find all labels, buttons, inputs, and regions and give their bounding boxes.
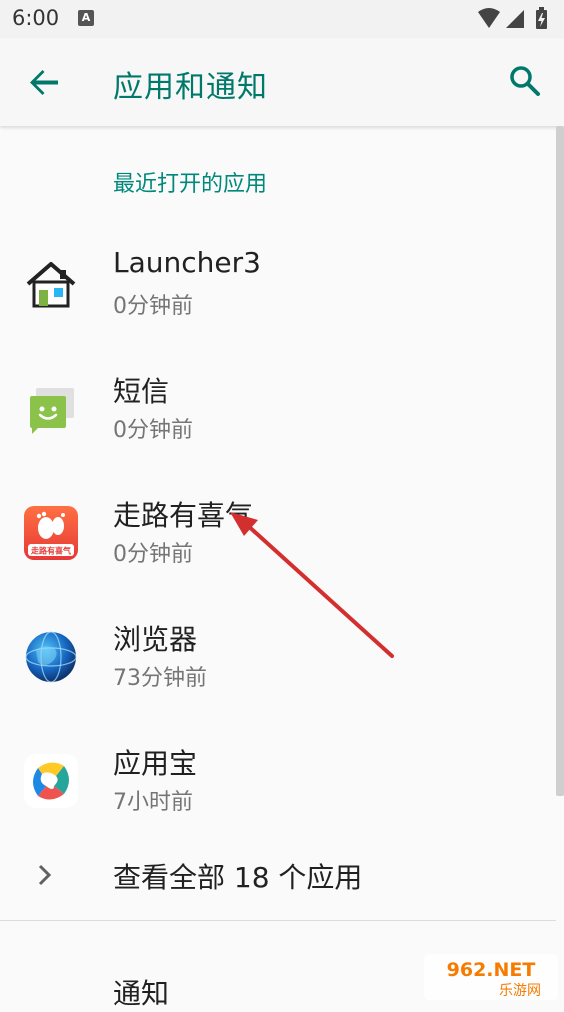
wifi-icon [478, 8, 500, 28]
walking-app-icon: 走路有喜气 [24, 506, 78, 560]
app-last-used: 0分钟前 [113, 294, 193, 319]
app-item-launcher3[interactable]: Launcher3 0分钟前 [0, 232, 556, 356]
search-button[interactable] [504, 60, 546, 102]
see-all-apps[interactable]: 查看全部 18 个应用 [0, 838, 556, 914]
app-name: 浏览器 [113, 623, 198, 656]
app-name: Launcher3 [113, 246, 261, 279]
app-bar: 应用和通知 [0, 38, 564, 126]
app-last-used: 0分钟前 [113, 542, 193, 567]
app-item-browser[interactable]: 浏览器 73分钟前 [0, 604, 556, 728]
app-item-messaging[interactable]: 短信 0分钟前 [0, 356, 556, 480]
divider [0, 920, 556, 921]
notification-a-icon: A [78, 10, 94, 26]
battery-icon [536, 7, 547, 29]
status-time: 6:00 [12, 6, 60, 30]
arrow-back-icon [30, 70, 58, 95]
page-title: 应用和通知 [113, 70, 268, 105]
launcher-house-icon [26, 262, 76, 308]
status-indicators [478, 7, 547, 29]
app-last-used: 0分钟前 [113, 418, 193, 443]
search-icon [510, 66, 540, 96]
app-name: 应用宝 [113, 747, 198, 780]
app-name: 短信 [113, 375, 170, 408]
app-item-walking-app[interactable]: 走路有喜气 走路有喜气 0分钟前 [0, 480, 556, 604]
back-button[interactable] [24, 62, 64, 102]
appstore-icon [24, 754, 78, 808]
status-bar: 6:00 A [0, 0, 564, 38]
watermark-subtitle: 乐游网 [499, 983, 541, 999]
site-watermark: 962.NET 乐游网 [424, 954, 558, 1000]
see-all-apps-label: 查看全部 18 个应用 [113, 861, 363, 894]
app-item-appstore[interactable]: 应用宝 7小时前 [0, 728, 556, 852]
notifications-item[interactable]: 通知 [113, 972, 169, 1012]
chevron-right-icon [38, 864, 52, 886]
watermark-brand: 962.NET [447, 959, 536, 981]
app-last-used: 7小时前 [113, 790, 193, 815]
browser-globe-icon [25, 631, 77, 683]
recent-apps-header: 最近打开的应用 [113, 172, 268, 197]
watermark-logo: 962.NET 乐游网 [424, 954, 558, 1000]
walking-app-icon-label: 走路有喜气 [30, 546, 71, 556]
app-name: 走路有喜气 [113, 499, 254, 532]
signal-icon [506, 10, 524, 28]
scrollbar[interactable] [556, 126, 564, 796]
app-last-used: 73分钟前 [113, 666, 207, 691]
messaging-icon [30, 388, 74, 434]
